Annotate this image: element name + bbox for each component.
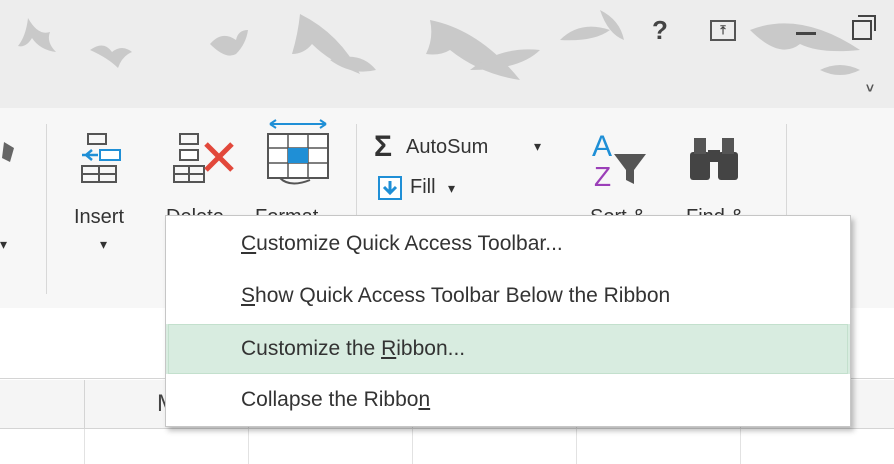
delete-cells-icon [173,133,234,183]
paint-icon [2,142,14,162]
ribbon-display-icon: ⤒ [710,19,736,41]
autosum-caret-icon[interactable]: ▾ [534,138,541,155]
title-bar: ? ⤒ ˅ [0,0,894,108]
binoculars-icon [690,138,738,180]
menu-item-show-qat-below-ribbon[interactable]: Show Quick Access Toolbar Below the Ribb… [166,272,850,320]
svg-text:A: A [592,130,612,163]
left-group-caret[interactable]: ▾ [0,236,7,253]
ribbon-display-options-button[interactable]: ⤒ [700,10,746,50]
svg-text:Z: Z [594,161,611,192]
menu-item-customize-quick-access-toolbar[interactable]: Customize Quick Access Toolbar... [166,220,850,268]
grid-cell[interactable] [248,429,413,464]
group-separator [46,124,47,294]
grid-row [0,429,894,464]
help-icon: ? [652,14,668,45]
background-birds-decoration [18,10,860,80]
restore-button[interactable] [842,10,882,50]
grid-cell[interactable] [412,429,577,464]
grid-cell[interactable] [740,429,894,464]
restore-icon [852,15,876,40]
autosum-icon: Σ [374,130,393,163]
grid-cell[interactable] [84,429,249,464]
insert-label: Insert [74,206,125,228]
minimize-button[interactable] [788,10,824,50]
menu-item-collapse-ribbon[interactable]: Collapse the Ribbon [166,376,850,424]
insert-cells-icon [81,133,121,183]
format-cells-icon [267,119,329,185]
menu-item-customize-ribbon[interactable]: Customize the Ribbon... [166,324,850,374]
sort-filter-icon: A Z [592,130,646,192]
help-button[interactable]: ? [640,10,680,50]
ribbon-context-menu: Customize Quick Access Toolbar... Show Q… [165,215,851,427]
fill-down-icon [378,176,402,200]
grid-cell[interactable] [576,429,741,464]
insert-caret-icon: ▾ [100,236,108,252]
minimize-icon [796,31,816,35]
fill-label: Fill [410,176,436,198]
ribbon-collapse-caret-icon[interactable]: ˅ [860,68,880,108]
fill-caret-icon: ▾ [448,180,456,196]
autosum-label: AutoSum [406,136,489,158]
